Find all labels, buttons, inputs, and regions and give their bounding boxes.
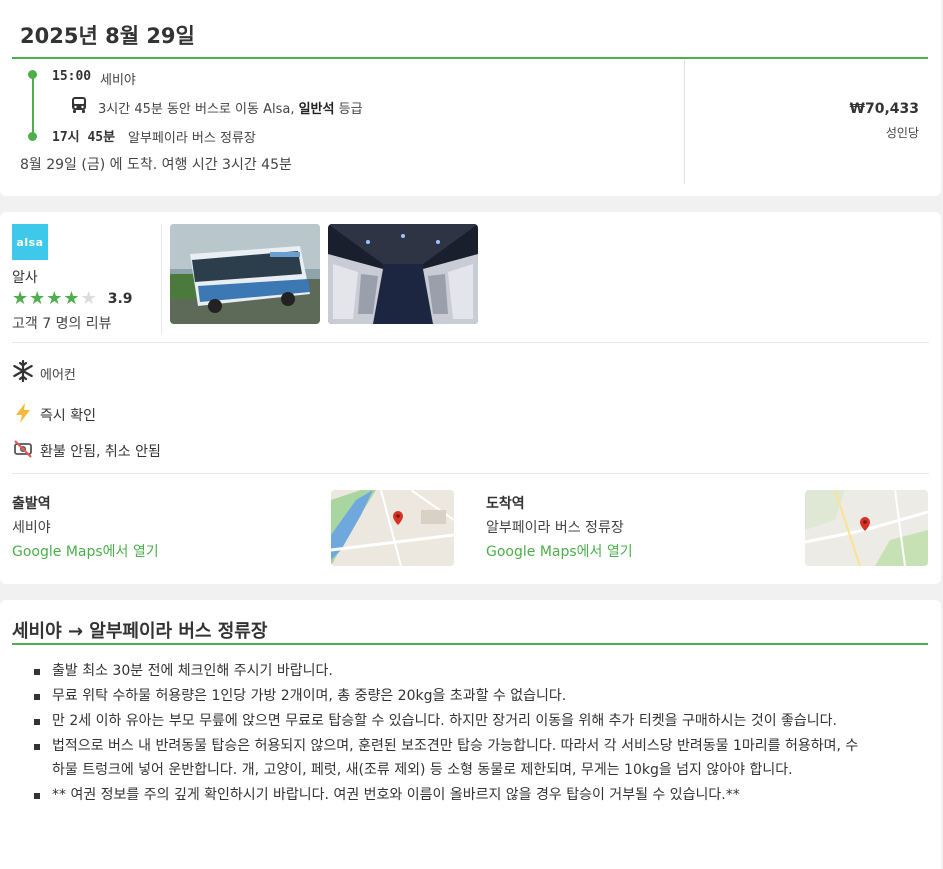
divider: [12, 342, 929, 343]
departure-map-link[interactable]: Google Maps에서 열기: [12, 541, 159, 561]
list-item: 법적으로 버스 내 반려동물 탑승은 허용되지 않으며, 훈련된 보조견만 탑승…: [32, 734, 862, 782]
star-empty-icon: ★: [80, 288, 97, 309]
operator-name: 알사: [12, 270, 38, 286]
arrival-map-link[interactable]: Google Maps에서 열기: [486, 541, 633, 561]
star-filled-icon: ★: [12, 288, 29, 309]
arrival-station-name: 알부페이라 버스 정류장: [486, 520, 624, 536]
rating-value: 3.9: [107, 291, 133, 307]
price-unit: 성인당: [885, 126, 919, 140]
amenity-label: 환불 안됨, 취소 안됨: [40, 444, 161, 460]
departure-map-thumbnail[interactable]: [331, 490, 454, 566]
travel-class-suffix: 등급: [334, 101, 363, 117]
travel-class: 일반석: [298, 101, 335, 117]
amenity-label: 즉시 확인: [40, 408, 96, 424]
snowflake-icon: [12, 359, 34, 386]
star-filled-icon: ★: [29, 288, 46, 309]
arrival-station-heading: 도착역: [486, 496, 525, 512]
rating-stars: ★ ★ ★ ★ ★ 3.9: [12, 290, 133, 308]
star-filled-icon: ★: [46, 288, 63, 309]
arrive-time: 17시 45분: [52, 130, 116, 145]
arrival-summary: 8월 29일 (금) 에 도착. 여행 시간 3시간 45분: [20, 157, 292, 173]
list-item: 출발 최소 30분 전에 체크인해 주시기 바랍니다.: [32, 659, 862, 683]
arrive-place: 알부페이라 버스 정류장: [128, 131, 256, 146]
divider: [12, 473, 929, 474]
trip-date-title: 2025년 8월 29일: [20, 24, 195, 48]
departure-station-heading: 출발역: [12, 496, 51, 512]
list-item: 무료 위탁 수하물 허용량은 1인당 가방 2개이며, 총 중량은 20kg을 …: [32, 684, 862, 708]
amenity-no-refund: 환불 안됨, 취소 안됨: [12, 438, 161, 464]
route-title: 세비야 → 알부페이라 버스 정류장: [12, 621, 268, 642]
lightning-icon: [12, 402, 34, 428]
list-item: ** 여권 정보를 주의 깊게 확인하시기 바랍니다. 여권 번호와 이름이 올…: [32, 783, 862, 807]
travel-desc: 3시간 45분 동안 버스로 이동 Alsa,: [98, 101, 299, 117]
no-refund-icon: [12, 438, 34, 464]
route-info-card: 세비야 → 알부페이라 버스 정류장 출발 최소 30분 전에 체크인해 주시기…: [0, 600, 941, 869]
operator-logo: alsa: [12, 224, 48, 260]
arrive-dot: [28, 132, 37, 141]
route-title-underline: [12, 643, 928, 645]
title-underline: [12, 57, 928, 59]
amenity-label: 에어컨: [40, 367, 76, 383]
departure-station-name: 세비야: [12, 520, 51, 536]
amenity-instant-confirmation: 즉시 확인: [12, 402, 96, 428]
operator-card: alsa 알사 ★ ★ ★ ★ ★ 3.9 고객 7 명의 리뷰 에어컨 즉시 …: [0, 212, 941, 584]
amenity-air-conditioning: 에어컨: [12, 359, 76, 386]
price: ₩70,433: [849, 101, 919, 117]
bus-interior-photo[interactable]: [328, 224, 478, 324]
bus-icon: [70, 96, 88, 118]
arrival-map-thumbnail[interactable]: [805, 490, 928, 566]
notes-list: 출발 최소 30분 전에 체크인해 주시기 바랍니다. 무료 위탁 수하물 허용…: [32, 659, 862, 808]
review-count[interactable]: 고객 7 명의 리뷰: [12, 313, 112, 333]
list-item: 만 2세 이하 유아는 부모 무릎에 앉으면 무료로 탑승할 수 있습니다. 하…: [32, 709, 862, 733]
trip-summary-card: 2025년 8월 29일 15:00 세비야 3시간 45분 동안 버스로 이동…: [0, 0, 941, 196]
price-divider: [684, 60, 685, 184]
timeline-line: [32, 74, 34, 136]
travel-info: 3시간 45분 동안 버스로 이동 Alsa, 일반석 등급: [70, 96, 363, 118]
star-filled-icon: ★: [63, 288, 80, 309]
depart-time: 15:00: [52, 69, 92, 84]
operator-divider: [161, 224, 162, 334]
depart-place: 세비야: [100, 73, 136, 88]
bus-exterior-photo[interactable]: [170, 224, 320, 324]
depart-dot: [28, 70, 37, 79]
